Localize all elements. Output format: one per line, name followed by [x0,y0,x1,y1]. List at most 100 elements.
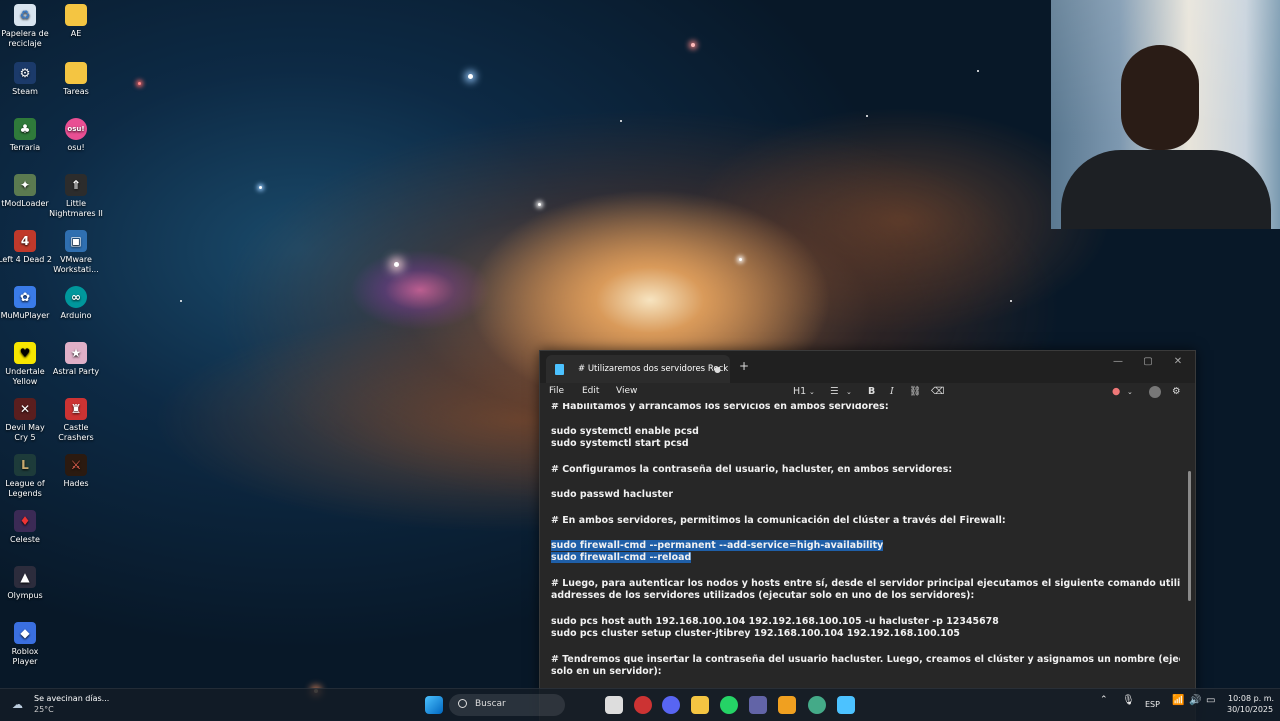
game-icon: ✕ [14,398,36,420]
start-button-windows-icon[interactable] [425,696,443,714]
desktop-icon[interactable]: ♣ Terraria [0,118,52,153]
game-icon: 4 [14,230,36,252]
heading-dropdown[interactable]: H1 [793,386,806,397]
unsaved-dot-icon[interactable]: ● [714,365,721,374]
weather-text[interactable]: Se avecinan días... [34,694,109,703]
app-icon[interactable] [634,696,652,714]
maximize-button[interactable]: ▢ [1138,356,1158,367]
battery-icon[interactable]: ▭ [1206,695,1215,706]
tab-title: # Utilizaremos dos servidores Rock [578,364,729,374]
whatsapp-icon[interactable] [720,696,738,714]
menu-edit[interactable]: Edit [582,386,599,396]
star [394,262,399,267]
desktop-icon[interactable]: ∞ Arduino [49,286,103,321]
desktop-icon[interactable]: osu! osu! [49,118,103,153]
star [866,115,868,117]
chevron-up-icon[interactable]: ⌃ [1100,695,1108,705]
star [259,186,262,189]
vertical-scrollbar[interactable] [1188,471,1191,601]
text-line: sudo pcs cluster setup cluster-jtibrey 1… [551,628,960,639]
volume-icon[interactable]: 🔊 [1189,695,1201,706]
menu-view[interactable]: View [616,386,637,396]
list-icon[interactable]: ☰ [830,386,839,397]
desktop-icon[interactable]: ✿ MuMuPlayer [0,286,52,321]
text-line: sudo pcs host auth 192.168.100.104 192.1… [551,616,999,627]
star [620,120,622,122]
desktop-icon[interactable]: 4 Left 4 Dead 2 [0,230,52,265]
minimize-button[interactable]: — [1108,356,1128,367]
game-icon: ♦ [14,510,36,532]
link-icon[interactable]: ⛓ [909,386,921,397]
desktop-icon[interactable]: ♦ Celeste [0,510,52,545]
italic-button[interactable]: I [890,386,894,397]
search-placeholder: Buscar [475,699,506,709]
clear-formatting-icon[interactable]: ⌫ [931,386,944,397]
title-bar[interactable]: # Utilizaremos dos servidores Rock ● + —… [540,351,1195,383]
microphone-icon[interactable]: 🎙 [1122,695,1135,706]
desktop-icon[interactable]: ♻ Papelera de reciclaje [0,4,52,49]
task-view-icon[interactable] [605,696,623,714]
star [691,43,695,47]
notepad-icon [555,364,564,375]
notepad-taskbar-icon[interactable] [837,696,855,714]
mumu-icon: ✿ [14,286,36,308]
desktop-icon[interactable]: ⚙ Steam [0,62,52,97]
new-tab-button[interactable]: + [739,359,749,373]
desktop-icon[interactable]: AE [49,4,103,39]
close-button[interactable]: ✕ [1168,356,1188,367]
menu-file[interactable]: File [549,386,564,396]
text-line: # Luego, para autenticar los nodos y hos… [551,578,1180,589]
text-line: addresses de los servidores utilizados (… [551,590,975,601]
desktop-icon[interactable]: ✕ Devil May Cry 5 [0,398,52,443]
clock-time[interactable]: 10:08 p. m. [1228,694,1274,703]
discord-icon[interactable] [662,696,680,714]
chevron-down-icon: ⌄ [846,388,852,396]
selected-text-line: sudo firewall-cmd --reload [551,552,692,563]
weather-icon[interactable]: ☁ [12,698,23,711]
copilot-icon[interactable]: ● [1112,386,1120,397]
star [977,70,979,72]
desktop-icon[interactable]: ▣ VMware Workstati... [49,230,103,275]
desktop-icon[interactable]: ★ Astral Party [49,342,103,377]
desktop-icon[interactable]: ♥ Undertale Yellow [0,342,52,387]
wifi-icon[interactable]: 📶 [1172,695,1184,706]
desktop-icon[interactable]: ◆ Roblox Player [0,622,52,667]
steam-icon: ⚙ [14,62,36,84]
chrome-icon[interactable] [808,696,826,714]
desktop-icon[interactable]: ♜ Castle Crashers [49,398,103,443]
desktop-icon[interactable]: Tareas [49,62,103,97]
osu-icon: osu! [65,118,87,140]
search-box[interactable]: Buscar [449,694,565,716]
game-icon: ★ [65,342,87,364]
desktop-icon[interactable]: ▲ Olympus [0,566,52,601]
settings-gear-icon[interactable]: ⚙ [1172,386,1181,397]
tab-document[interactable]: # Utilizaremos dos servidores Rock ● [546,355,730,383]
clock-date[interactable]: 30/10/2025 [1227,705,1273,714]
star [180,300,182,302]
editor-area[interactable]: # Habilitamos y arrancamos los servicios… [540,403,1180,721]
webcam-person-head [1121,45,1199,150]
file-explorer-icon[interactable] [691,696,709,714]
game-icon: ⇑ [65,174,87,196]
recycle-bin-icon: ♻ [14,4,36,26]
bold-button[interactable]: B [868,386,875,397]
desktop-icon[interactable]: ⇑ Little Nightmares II [49,174,103,219]
text-line: # Configuramos la contraseña del usuario… [551,464,953,475]
app-icon[interactable] [778,696,796,714]
game-icon: ⚔ [65,454,87,476]
desktop-icon[interactable]: ✦ tModLoader [0,174,52,209]
notepad-window[interactable]: # Utilizaremos dos servidores Rock ● + —… [539,350,1196,721]
game-icon: ♥ [14,342,36,364]
language-indicator[interactable]: ESP [1145,700,1160,709]
teams-icon[interactable] [749,696,767,714]
game-icon: ▲ [14,566,36,588]
desktop-icon[interactable]: ⚔ Hades [49,454,103,489]
vmware-icon: ▣ [65,230,87,252]
folder-icon [65,4,87,26]
account-avatar[interactable] [1149,386,1161,398]
text-line: # Habilitamos y arrancamos los servicios… [551,403,889,412]
desktop-icon[interactable]: L League of Legends [0,454,52,499]
arduino-icon: ∞ [65,286,87,308]
text-line: sudo systemctl start pcsd [551,438,689,449]
menu-bar: File Edit View H1 ⌄ ☰ ⌄ B I ⛓ ⌫ ● ⌄ ⚙ [540,383,1195,403]
